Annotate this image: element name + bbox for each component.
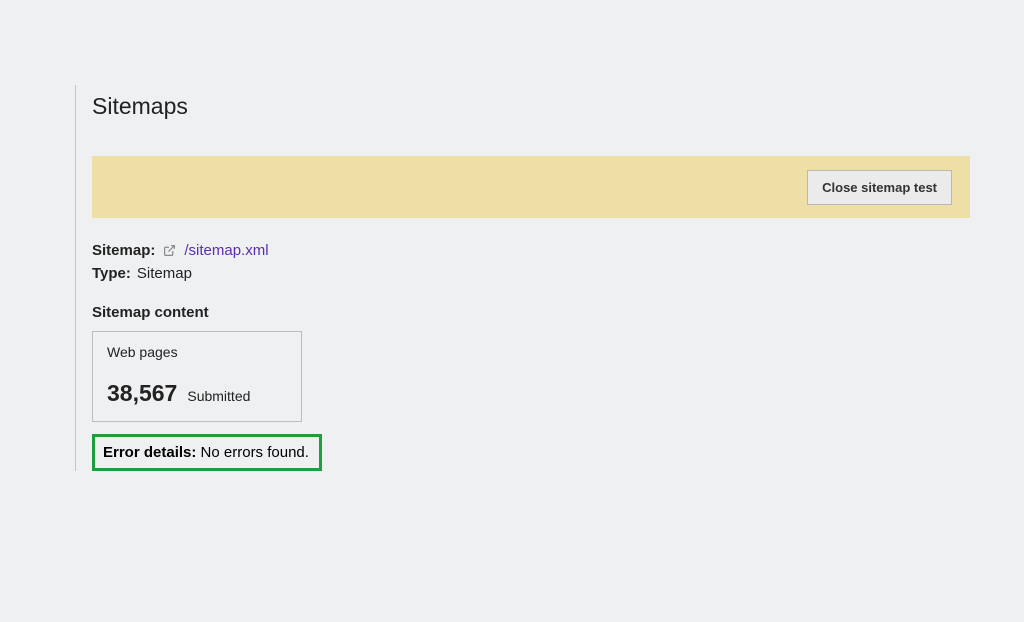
type-value: Sitemap	[137, 265, 192, 282]
submitted-label: Submitted	[187, 388, 250, 404]
card-stats: 38,567 Submitted	[107, 380, 287, 407]
page-title: Sitemaps	[92, 93, 970, 120]
submitted-count: 38,567	[107, 380, 177, 407]
sitemap-link[interactable]: /sitemap.xml	[184, 242, 268, 259]
sitemap-row: Sitemap: /sitemap.xml	[92, 242, 970, 259]
error-details-label: Error details:	[103, 444, 196, 461]
type-row: Type: Sitemap	[92, 265, 970, 282]
card-label: Web pages	[107, 344, 287, 360]
external-link-icon	[163, 244, 176, 257]
web-pages-card: Web pages 38,567 Submitted	[92, 331, 302, 422]
type-label: Type:	[92, 265, 131, 282]
sitemap-label: Sitemap:	[92, 242, 155, 259]
error-details-highlight: Error details: No errors found.	[92, 434, 322, 471]
error-details-value: No errors found.	[201, 444, 309, 461]
close-sitemap-test-button[interactable]: Close sitemap test	[807, 170, 952, 205]
sitemaps-panel: Sitemaps Close sitemap test Sitemap: /si…	[75, 85, 970, 471]
test-banner: Close sitemap test	[92, 156, 970, 218]
content-heading: Sitemap content	[92, 304, 970, 321]
